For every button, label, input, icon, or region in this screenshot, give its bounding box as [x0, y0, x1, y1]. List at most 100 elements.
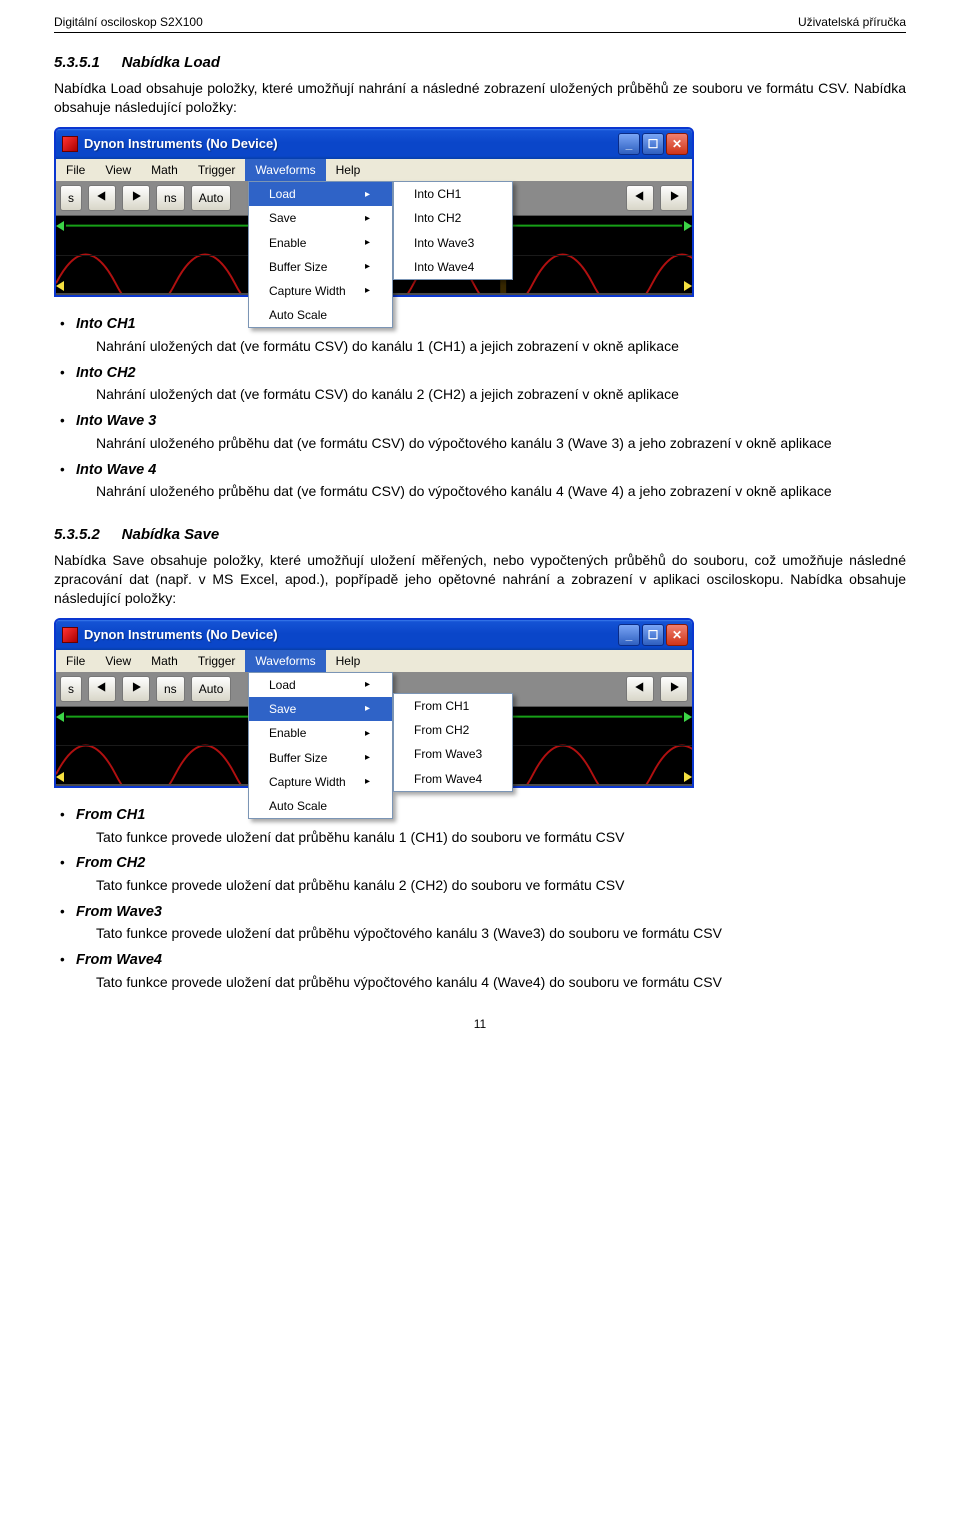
submenu-intoch1[interactable]: Into CH1 [394, 182, 512, 206]
section-2-para: Nabídka Save obsahuje položky, které umo… [54, 551, 906, 608]
header-left: Digitální osciloskop S2X100 [54, 14, 203, 30]
dropdown-save[interactable]: Save▸ [249, 697, 392, 721]
section-1-head: 5.3.5.1 Nabídka Load [54, 53, 906, 73]
tbtn-left-icon[interactable]: ⯇ [88, 676, 116, 702]
dropdown-save[interactable]: Save▸ [249, 206, 392, 230]
menu-help[interactable]: Help [326, 650, 371, 672]
submenu-fromch2[interactable]: From CH2 [394, 718, 512, 742]
app-icon [62, 136, 78, 152]
section-1-title: Nabídka Load [122, 54, 220, 71]
bullet-into-ch1: •Into CH1 Nahrání uložených dat (ve form… [54, 315, 906, 355]
menubar: File View Math Trigger Waveforms Help [56, 650, 692, 672]
menu-waveforms[interactable]: Waveforms [245, 650, 325, 672]
dropdown-autoscale[interactable]: Auto Scale [249, 794, 392, 818]
marker-yellow-right-icon [684, 281, 692, 291]
submenu-intowave3[interactable]: Into Wave3 [394, 231, 512, 255]
dropdown-load[interactable]: Load▸ [249, 673, 392, 697]
marker-green-left-icon [56, 221, 64, 231]
tbtn-back-icon[interactable]: ⯇ [626, 676, 654, 702]
bullet-dot-icon: • [54, 412, 76, 430]
minimize-button[interactable]: _ [618, 133, 640, 155]
load-submenu: Into CH1 Into CH2 Into Wave3 Into Wave4 [393, 181, 513, 280]
bullet-dot-icon: • [54, 903, 76, 921]
waveforms-dropdown: Load▸ Save▸ Enable▸ Buffer Size▸ Capture… [248, 181, 393, 328]
menu-file[interactable]: File [56, 650, 95, 672]
bullet-dot-icon: • [54, 806, 76, 824]
dropdown-enable[interactable]: Enable▸ [249, 231, 392, 255]
bullet-from-wave4: •From Wave4 Tato funkce provede uložení … [54, 951, 906, 991]
bullet-from-ch1: •From CH1 Tato funkce provede uložení da… [54, 806, 906, 846]
maximize-button[interactable]: ☐ [642, 133, 664, 155]
submenu-intoch2[interactable]: Into CH2 [394, 206, 512, 230]
section-2-num: 5.3.5.2 [54, 526, 100, 543]
page-header: Digitální osciloskop S2X100 Uživatelská … [54, 14, 906, 33]
marker-green-right-icon [684, 712, 692, 722]
header-right: Uživatelská příručka [798, 14, 906, 30]
dropdown-buffersize[interactable]: Buffer Size▸ [249, 255, 392, 279]
submenu-fromwave3[interactable]: From Wave3 [394, 742, 512, 766]
dropdown-buffersize[interactable]: Buffer Size▸ [249, 746, 392, 770]
app-window: Dynon Instruments (No Device) _ ☐ ✕ File… [54, 127, 694, 297]
section-2-head: 5.3.5.2 Nabídka Save [54, 525, 906, 545]
bullet-dot-icon: • [54, 951, 76, 969]
menu-trigger[interactable]: Trigger [188, 159, 246, 181]
bullet-dot-icon: • [54, 315, 76, 333]
submenu-intowave4[interactable]: Into Wave4 [394, 255, 512, 279]
marker-yellow-right-icon [684, 772, 692, 782]
section-1-num: 5.3.5.1 [54, 54, 100, 71]
save-submenu: From CH1 From CH2 From Wave3 From Wave4 [393, 693, 513, 792]
tbtn-right-icon[interactable]: ⯈ [122, 676, 150, 702]
tbtn-auto[interactable]: Auto [191, 676, 232, 702]
menu-view[interactable]: View [95, 650, 141, 672]
tbtn-right-icon[interactable]: ⯈ [122, 185, 150, 211]
menu-waveforms[interactable]: Waveforms [245, 159, 325, 181]
marker-yellow-left-icon [56, 772, 64, 782]
titlebar: Dynon Instruments (No Device) _ ☐ ✕ [56, 129, 692, 159]
tbtn-auto[interactable]: Auto [191, 185, 232, 211]
menu-help[interactable]: Help [326, 159, 371, 181]
maximize-button[interactable]: ☐ [642, 624, 664, 646]
app-title: Dynon Instruments (No Device) [84, 135, 618, 153]
bullet-from-wave3: •From Wave3 Tato funkce provede uložení … [54, 903, 906, 943]
tbtn-fwd-icon[interactable]: ⯈ [660, 185, 688, 211]
dropdown-capwidth[interactable]: Capture Width▸ [249, 770, 392, 794]
screenshot-1: Dynon Instruments (No Device) _ ☐ ✕ File… [54, 127, 906, 297]
menu-math[interactable]: Math [141, 650, 188, 672]
titlebar: Dynon Instruments (No Device) _ ☐ ✕ [56, 620, 692, 650]
menu-file[interactable]: File [56, 159, 95, 181]
menu-view[interactable]: View [95, 159, 141, 181]
section-1-para: Nabídka Load obsahuje položky, které umo… [54, 79, 906, 117]
tbtn-s[interactable]: s [60, 185, 82, 211]
bullet-into-ch2: •Into CH2 Nahrání uložených dat (ve form… [54, 364, 906, 404]
tbtn-back-icon[interactable]: ⯇ [626, 185, 654, 211]
page-number: 11 [54, 1016, 906, 1032]
bullet-dot-icon: • [54, 461, 76, 479]
dropdown-load[interactable]: Load▸ [249, 182, 392, 206]
tbtn-left-icon[interactable]: ⯇ [88, 185, 116, 211]
minimize-button[interactable]: _ [618, 624, 640, 646]
dropdown-capwidth[interactable]: Capture Width▸ [249, 279, 392, 303]
submenu-fromwave4[interactable]: From Wave4 [394, 767, 512, 791]
app-title: Dynon Instruments (No Device) [84, 626, 618, 644]
bullet-into-wave4: •Into Wave 4 Nahrání uloženého průběhu d… [54, 461, 906, 501]
section-2-title: Nabídka Save [122, 526, 220, 543]
bullets-load: •Into CH1 Nahrání uložených dat (ve form… [54, 315, 906, 501]
tbtn-fwd-icon[interactable]: ⯈ [660, 676, 688, 702]
app-window: Dynon Instruments (No Device) _ ☐ ✕ File… [54, 618, 694, 788]
menu-math[interactable]: Math [141, 159, 188, 181]
waveforms-dropdown: Load▸ Save▸ Enable▸ Buffer Size▸ Capture… [248, 672, 393, 819]
marker-green-left-icon [56, 712, 64, 722]
close-button[interactable]: ✕ [666, 133, 688, 155]
bullet-dot-icon: • [54, 854, 76, 872]
tbtn-s[interactable]: s [60, 676, 82, 702]
dropdown-autoscale[interactable]: Auto Scale [249, 303, 392, 327]
submenu-fromch1[interactable]: From CH1 [394, 694, 512, 718]
tbtn-ns[interactable]: ns [156, 676, 185, 702]
marker-green-right-icon [684, 221, 692, 231]
app-icon [62, 627, 78, 643]
close-button[interactable]: ✕ [666, 624, 688, 646]
dropdown-enable[interactable]: Enable▸ [249, 721, 392, 745]
tbtn-ns[interactable]: ns [156, 185, 185, 211]
screenshot-2: Dynon Instruments (No Device) _ ☐ ✕ File… [54, 618, 906, 788]
menu-trigger[interactable]: Trigger [188, 650, 246, 672]
